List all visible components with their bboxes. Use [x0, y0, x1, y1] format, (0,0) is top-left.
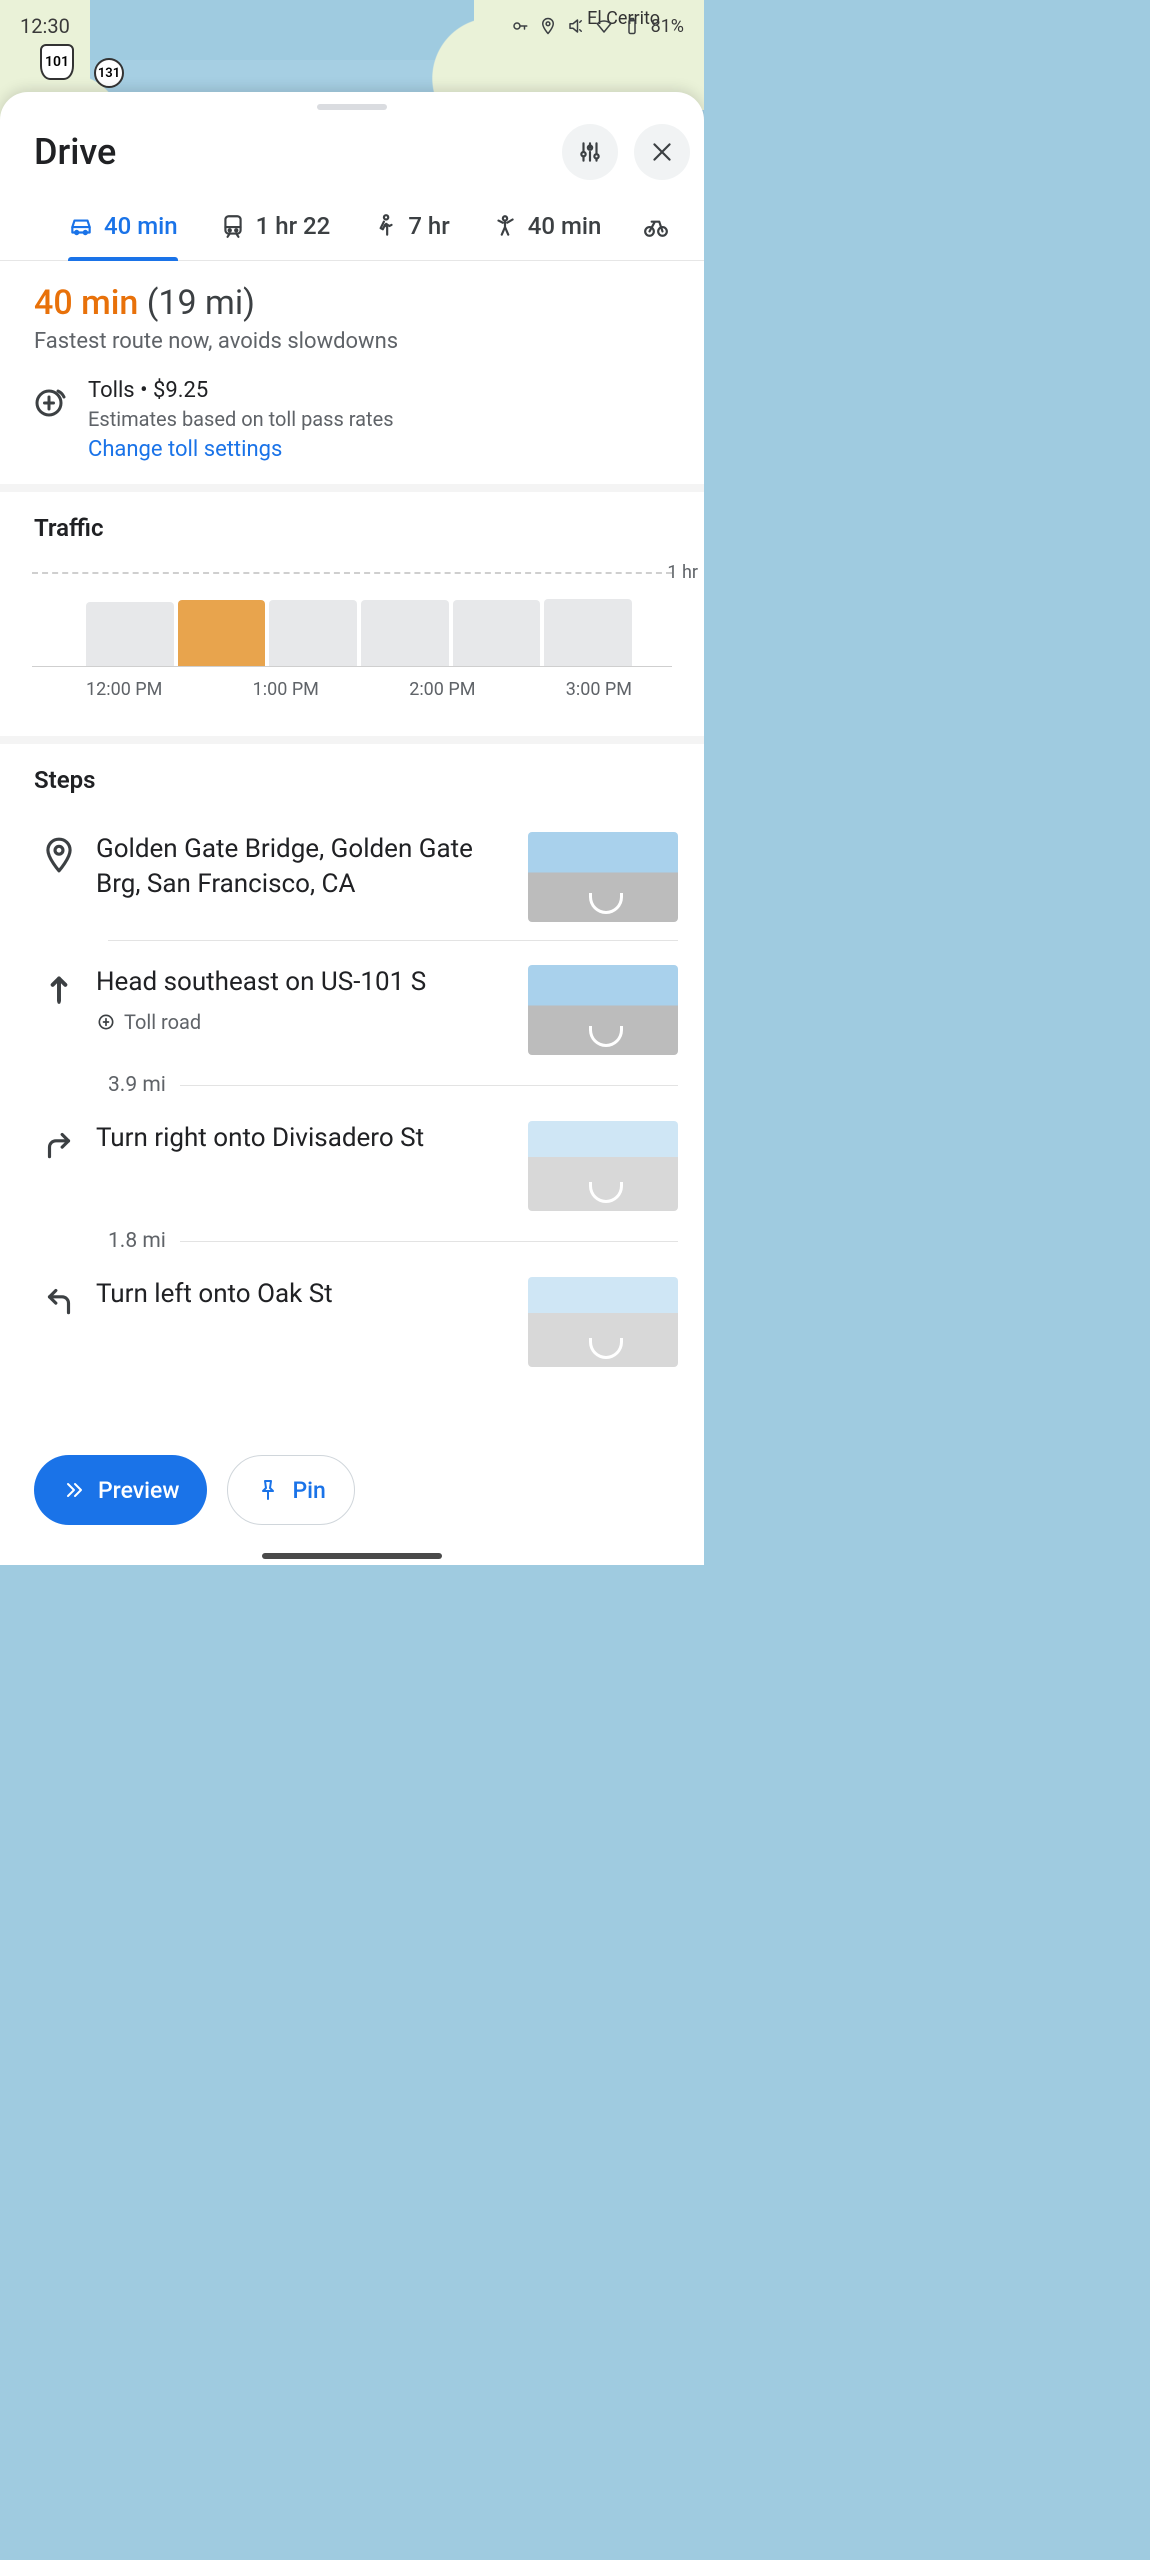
status-bar: 12:30 81% — [0, 0, 704, 52]
traffic-ref-line — [32, 572, 672, 574]
traffic-bar[interactable] — [178, 600, 266, 666]
turn-left-icon — [40, 1281, 78, 1319]
location-icon — [539, 17, 557, 35]
vpn-key-icon — [511, 17, 529, 35]
step-item[interactable]: Head southeast on US-101 S Toll road — [0, 941, 704, 1055]
step-sublabel: Toll road — [96, 1010, 510, 1034]
tolls-row: Tolls • $9.25 Estimates based on toll pa… — [0, 370, 704, 492]
straight-icon — [40, 969, 78, 1007]
step-divider: 3.9 mi — [0, 1055, 704, 1097]
traffic-bar[interactable] — [269, 600, 357, 666]
tolls-note: Estimates based on toll pass rates — [88, 407, 394, 431]
travel-mode-tabs: 40 min 1 hr 22 7 hr 40 min — [0, 190, 704, 261]
turn-right-icon — [40, 1125, 78, 1163]
gesture-bar[interactable] — [262, 1553, 442, 1559]
traffic-chart-container: 1 hr 12:00 PM 1:00 PM 2:00 PM 3:00 PM — [0, 556, 704, 744]
traffic-xtick: 2:00 PM — [409, 679, 475, 700]
step-distance: 1.8 mi — [108, 1229, 166, 1253]
battery-icon — [623, 17, 641, 35]
tab-drive[interactable]: 40 min — [50, 202, 196, 260]
streetview-thumbnail[interactable] — [528, 1277, 678, 1367]
streetview-thumbnail[interactable] — [528, 832, 678, 922]
traffic-xtick: 3:00 PM — [566, 679, 632, 700]
car-icon — [68, 213, 94, 239]
action-bar: Preview Pin — [0, 1455, 704, 1525]
tab-walk[interactable]: 7 hr — [354, 202, 467, 260]
chevrons-right-icon — [62, 1478, 86, 1502]
pin-button[interactable]: Pin — [227, 1455, 354, 1525]
step-divider: 1.8 mi — [0, 1211, 704, 1253]
tab-walk-label: 7 hr — [408, 212, 449, 240]
step-item[interactable]: Turn right onto Divisadero St — [0, 1097, 704, 1211]
traffic-bar[interactable] — [86, 602, 174, 666]
step-divider — [0, 922, 704, 941]
step-item[interactable]: Golden Gate Bridge, Golden Gate Brg, San… — [0, 808, 704, 922]
wifi-icon — [595, 17, 613, 35]
step-instruction: Head southeast on US-101 S — [96, 965, 510, 1000]
status-time: 12:30 — [20, 14, 70, 38]
tab-rideshare[interactable]: 40 min — [474, 202, 620, 260]
rideshare-icon — [492, 213, 518, 239]
tab-drive-label: 40 min — [104, 212, 178, 240]
streetview-thumbnail[interactable] — [528, 1121, 678, 1211]
transit-icon — [220, 213, 246, 239]
route-distance: (19 mi) — [147, 283, 255, 323]
step-item[interactable]: Turn left onto Oak St — [0, 1253, 704, 1367]
steps-list: Golden Gate Bridge, Golden Gate Brg, San… — [0, 808, 704, 1527]
mute-icon — [567, 17, 585, 35]
route-options-button[interactable] — [562, 124, 618, 180]
toll-icon — [34, 382, 70, 418]
traffic-chart[interactable]: 1 hr 12:00 PM1:00 PM2:00 PM3:00 PM — [32, 556, 672, 716]
traffic-bar[interactable] — [544, 599, 632, 666]
traffic-xtick: 1:00 PM — [253, 679, 319, 700]
step-distance: 3.9 mi — [108, 1073, 166, 1097]
pin-button-label: Pin — [292, 1477, 325, 1504]
walk-icon — [372, 213, 398, 239]
streetview-thumbnail[interactable] — [528, 965, 678, 1055]
pushpin-icon — [256, 1478, 280, 1502]
change-toll-settings-link[interactable]: Change toll settings — [88, 437, 394, 462]
tab-transit-label: 1 hr 22 — [256, 212, 331, 240]
step-instruction: Turn left onto Oak St — [96, 1277, 510, 1312]
tolls-amount: Tolls • $9.25 — [88, 378, 394, 403]
tab-rideshare-label: 40 min — [528, 212, 602, 240]
steps-title: Steps — [0, 744, 704, 808]
traffic-xtick: 12:00 PM — [86, 679, 162, 700]
route-description: Fastest route now, avoids slowdowns — [34, 329, 670, 354]
traffic-baseline — [32, 666, 672, 667]
traffic-bar[interactable] — [453, 600, 541, 666]
sheet-title: Drive — [34, 131, 546, 173]
directions-sheet: Drive 40 min 1 hr 22 7 hr — [0, 92, 704, 1565]
route-summary: 40 min (19 mi) Fastest route now, avoids… — [0, 261, 704, 370]
step-instruction: Golden Gate Bridge, Golden Gate Brg, San… — [96, 832, 510, 902]
traffic-bar[interactable] — [361, 600, 449, 666]
traffic-ref-label: 1 hr — [667, 562, 698, 583]
pin-icon — [40, 836, 78, 874]
tab-bike[interactable] — [625, 203, 675, 259]
close-button[interactable] — [634, 124, 690, 180]
highway-shield-131: 131 — [94, 58, 124, 88]
preview-button[interactable]: Preview — [34, 1455, 207, 1525]
preview-button-label: Preview — [98, 1477, 179, 1504]
bike-icon — [643, 213, 669, 239]
battery-percent: 81% — [651, 16, 684, 37]
tab-transit[interactable]: 1 hr 22 — [202, 202, 349, 260]
traffic-title: Traffic — [0, 492, 704, 556]
step-instruction: Turn right onto Divisadero St — [96, 1121, 510, 1156]
close-icon — [649, 139, 675, 165]
route-time: 40 min — [34, 283, 138, 323]
sheet-scroll[interactable]: 40 min (19 mi) Fastest route now, avoids… — [0, 261, 704, 1565]
sliders-icon — [577, 139, 603, 165]
